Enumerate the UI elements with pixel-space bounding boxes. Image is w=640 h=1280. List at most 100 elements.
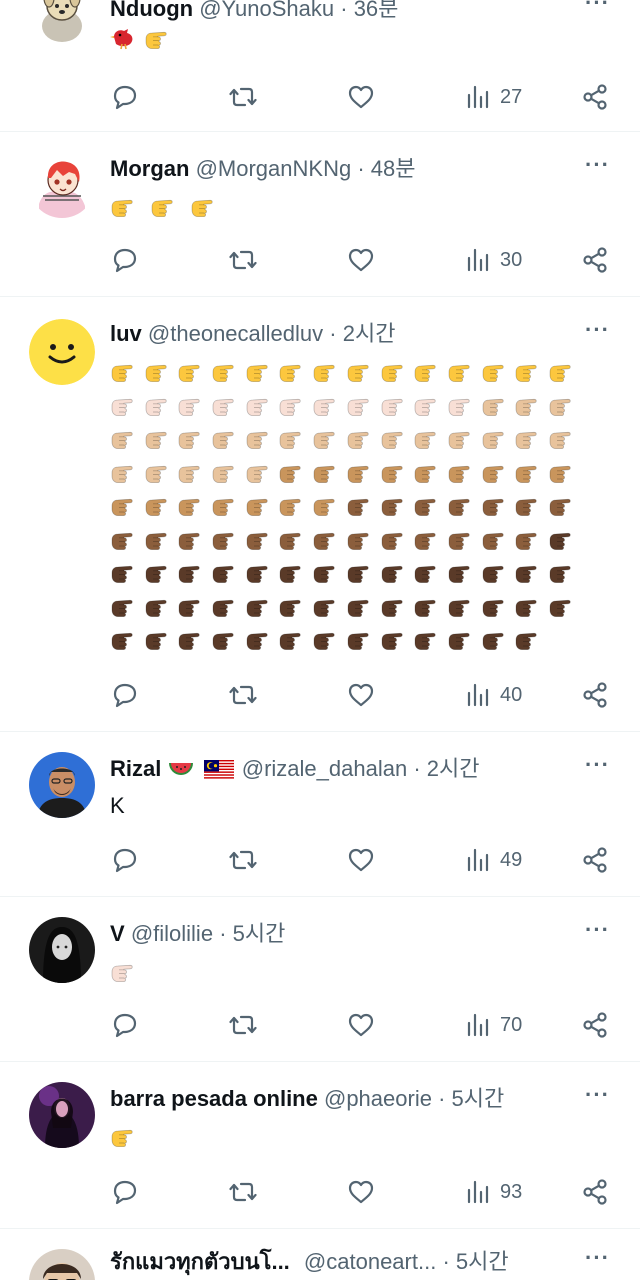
share-button[interactable] (580, 240, 610, 280)
share-button[interactable] (580, 1172, 610, 1212)
repost-button[interactable] (228, 1005, 258, 1045)
display-name[interactable]: luv (110, 321, 142, 346)
pointing-hand-emoji (211, 527, 237, 551)
share-icon (583, 84, 607, 110)
display-name[interactable]: Nduogn (110, 0, 193, 21)
post-4[interactable]: Rizal @rizale_dahalan · 2시간 ··· K 49 (0, 732, 640, 897)
display-name[interactable]: Rizal (110, 756, 161, 781)
reply-button[interactable] (110, 840, 140, 880)
user-handle[interactable]: @phaeorie (324, 1086, 432, 1111)
views-count: 27 (500, 85, 523, 108)
like-button[interactable] (346, 77, 376, 117)
pointing-hand-emoji (380, 359, 406, 383)
repost-button[interactable] (228, 77, 258, 117)
pointing-hand-emoji (380, 594, 406, 618)
separator: · (413, 756, 421, 781)
pointing-hand-emoji (312, 426, 338, 450)
user-handle[interactable]: @YunoShaku (199, 0, 334, 21)
concert-avatar-icon (29, 1082, 95, 1148)
avatar[interactable] (29, 1249, 95, 1280)
user-handle[interactable]: @theonecalledluv (148, 321, 323, 346)
pointing-hand-emoji (245, 426, 271, 450)
avatar[interactable] (29, 319, 95, 385)
reply-button[interactable] (110, 240, 140, 280)
timestamp[interactable]: 48분 (371, 156, 416, 181)
views-button[interactable]: 27 (464, 77, 522, 117)
pointing-hand-emoji (413, 359, 439, 383)
separator: · (340, 0, 348, 21)
more-dots-icon[interactable]: ··· (585, 1245, 610, 1271)
like-button[interactable] (346, 1172, 376, 1212)
avatar[interactable] (29, 917, 95, 983)
like-button[interactable] (346, 1005, 376, 1045)
share-button[interactable] (580, 840, 610, 880)
more-dots-icon[interactable]: ··· (585, 317, 610, 343)
pointing-hand-emoji (245, 594, 271, 618)
post-6[interactable]: barra pesada online @phaeorie · 5시간 ··· … (0, 1062, 640, 1229)
pointing-hand-emoji (514, 594, 540, 618)
bar-chart-icon (467, 85, 489, 109)
repost-button[interactable] (228, 1172, 258, 1212)
display-name[interactable]: Morgan (110, 156, 189, 181)
timestamp[interactable]: 5시간 (456, 1249, 509, 1274)
like-button[interactable] (346, 675, 376, 715)
avatar[interactable] (29, 752, 95, 818)
views-button[interactable]: 70 (464, 1005, 522, 1045)
user-handle[interactable]: @MorganNKNg (196, 156, 352, 181)
timestamp[interactable]: 5시간 (452, 1086, 505, 1111)
user-handle[interactable]: @filolilie (131, 921, 213, 946)
share-button[interactable] (580, 675, 610, 715)
share-button[interactable] (580, 1005, 610, 1045)
pointing-hand-emoji (447, 393, 473, 417)
more-dots-icon[interactable]: ··· (585, 752, 610, 778)
post-5[interactable]: V @filolilie · 5시간 ··· 70 (0, 897, 640, 1062)
timestamp[interactable]: 5시간 (233, 921, 286, 946)
display-name[interactable]: รักแมวทุกตัวบนโ... (110, 1249, 290, 1274)
user-handle[interactable]: @catoneart... (304, 1249, 436, 1274)
reply-button[interactable] (110, 77, 140, 117)
repost-icon (229, 1182, 257, 1202)
repost-button[interactable] (228, 675, 258, 715)
like-button[interactable] (346, 840, 376, 880)
more-dots-icon[interactable]: ··· (585, 152, 610, 178)
share-button[interactable] (580, 77, 610, 117)
reply-icon (113, 683, 137, 708)
views-button[interactable]: 93 (464, 1172, 522, 1212)
pointing-hand-emoji (514, 493, 540, 517)
more-dots-icon[interactable]: ··· (585, 0, 610, 16)
post-text (110, 192, 216, 218)
views-button[interactable]: 40 (464, 675, 522, 715)
reply-icon (113, 1013, 137, 1038)
more-dots-icon[interactable]: ··· (585, 917, 610, 943)
like-button[interactable] (346, 240, 376, 280)
reply-icon (113, 1180, 137, 1205)
timestamp[interactable]: 2시간 (427, 756, 480, 781)
views-button[interactable]: 30 (464, 240, 522, 280)
avatar[interactable] (29, 1082, 95, 1148)
user-handle[interactable]: @rizale_dahalan (242, 756, 407, 781)
avatar[interactable] (29, 152, 95, 218)
pointing-hand-emoji (211, 594, 237, 618)
views-button[interactable]: 49 (464, 840, 522, 880)
timestamp[interactable]: 2시간 (343, 321, 396, 346)
pointing-hand-emoji (312, 393, 338, 417)
smiley-avatar-icon (29, 319, 95, 385)
reply-button[interactable] (110, 675, 140, 715)
post-1[interactable]: Nduogn @YunoShaku · 36분 ··· 27 (0, 0, 640, 132)
reply-button[interactable] (110, 1005, 140, 1045)
heart-icon (348, 848, 374, 872)
repost-button[interactable] (228, 840, 258, 880)
display-name[interactable]: barra pesada online (110, 1086, 318, 1111)
share-icon (583, 247, 607, 273)
post-3[interactable]: luv @theonecalledluv · 2시간 ··· 40 (0, 297, 640, 732)
more-dots-icon[interactable]: ··· (585, 1082, 610, 1108)
pointing-hand-emoji (110, 560, 136, 584)
post-7[interactable]: รักแมวทุกตัวบนโ... @catoneart... · 5시간 ·… (0, 1229, 640, 1280)
avatar[interactable] (29, 0, 95, 46)
heart-icon (348, 85, 374, 109)
timestamp[interactable]: 36분 (354, 0, 399, 21)
post-2[interactable]: Morgan @MorganNKNg · 48분 ··· 30 (0, 132, 640, 297)
reply-button[interactable] (110, 1172, 140, 1212)
display-name[interactable]: V (110, 921, 125, 946)
repost-button[interactable] (228, 240, 258, 280)
